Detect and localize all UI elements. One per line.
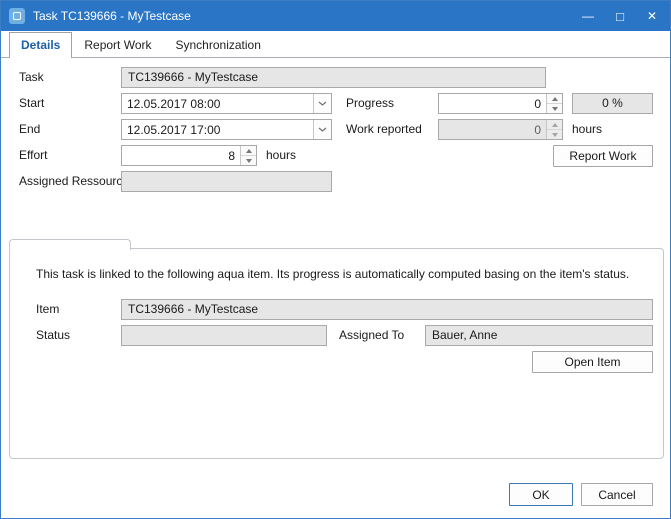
window-controls: — □ ✕ bbox=[572, 1, 668, 31]
group-box-tab bbox=[9, 239, 131, 250]
end-datetime-input[interactable] bbox=[122, 120, 313, 139]
assigned-to-field: Bauer, Anne bbox=[425, 325, 653, 346]
report-work-button[interactable]: Report Work bbox=[553, 145, 653, 167]
tab-details[interactable]: Details bbox=[9, 32, 72, 58]
chevron-down-icon bbox=[318, 127, 327, 132]
start-datetime-picker bbox=[121, 93, 332, 114]
assigned-resource-label: Assigned Ressource bbox=[19, 171, 129, 192]
titlebar[interactable]: Task TC139666 - MyTestcase — □ ✕ bbox=[1, 1, 670, 31]
cancel-button[interactable]: Cancel bbox=[581, 483, 653, 506]
window-title: Task TC139666 - MyTestcase bbox=[33, 9, 191, 23]
app-icon bbox=[9, 8, 25, 24]
progress-label: Progress bbox=[346, 93, 394, 114]
open-item-button[interactable]: Open Item bbox=[532, 351, 653, 373]
chevron-down-icon bbox=[318, 101, 327, 106]
minimize-button[interactable]: — bbox=[572, 1, 604, 31]
maximize-button[interactable]: □ bbox=[604, 1, 636, 31]
linked-item-description: This task is linked to the following aqu… bbox=[36, 267, 636, 282]
spin-up-button[interactable] bbox=[547, 94, 562, 103]
spin-up-button[interactable] bbox=[241, 146, 256, 155]
status-label: Status bbox=[36, 325, 70, 346]
assigned-to-label: Assigned To bbox=[339, 325, 404, 346]
effort-input[interactable] bbox=[122, 146, 240, 165]
spin-down-icon bbox=[246, 159, 252, 163]
effort-spinner bbox=[121, 145, 257, 166]
assigned-resource-field bbox=[121, 171, 332, 192]
close-icon: ✕ bbox=[647, 10, 657, 22]
spin-down-button[interactable] bbox=[547, 103, 562, 113]
progress-percent-field: 0 % bbox=[572, 93, 653, 114]
work-reported-unit-label: hours bbox=[572, 119, 602, 140]
item-field: TC139666 - MyTestcase bbox=[121, 299, 653, 320]
work-reported-input bbox=[439, 120, 546, 139]
status-field bbox=[121, 325, 327, 346]
spin-down-icon bbox=[552, 107, 558, 111]
work-reported-spin-buttons bbox=[546, 120, 562, 139]
spin-up-button bbox=[547, 120, 562, 129]
work-reported-spinner bbox=[438, 119, 563, 140]
task-label: Task bbox=[19, 67, 44, 88]
end-datetime-picker bbox=[121, 119, 332, 140]
effort-label: Effort bbox=[19, 145, 47, 166]
tab-strip: Details Report Work Synchronization bbox=[1, 31, 670, 58]
start-datetime-input[interactable] bbox=[122, 94, 313, 113]
end-dropdown-button[interactable] bbox=[313, 120, 331, 139]
item-label: Item bbox=[36, 299, 59, 320]
start-label: Start bbox=[19, 93, 44, 114]
effort-spin-buttons bbox=[240, 146, 256, 165]
spin-down-icon bbox=[552, 133, 558, 137]
ok-button[interactable]: OK bbox=[509, 483, 573, 506]
app-icon-glyph bbox=[13, 12, 21, 20]
task-field: TC139666 - MyTestcase bbox=[121, 67, 546, 88]
tab-report-work[interactable]: Report Work bbox=[72, 32, 163, 57]
spin-up-icon bbox=[552, 97, 558, 101]
close-button[interactable]: ✕ bbox=[636, 1, 668, 31]
minimize-icon: — bbox=[582, 10, 594, 22]
start-dropdown-button[interactable] bbox=[313, 94, 331, 113]
work-reported-label: Work reported bbox=[346, 119, 422, 140]
dialog-window: Task TC139666 - MyTestcase — □ ✕ Details… bbox=[0, 0, 671, 519]
spin-up-icon bbox=[246, 149, 252, 153]
end-label: End bbox=[19, 119, 40, 140]
spin-up-icon bbox=[552, 123, 558, 127]
progress-input[interactable] bbox=[439, 94, 546, 113]
tab-synchronization[interactable]: Synchronization bbox=[164, 32, 273, 57]
spin-down-button[interactable] bbox=[241, 155, 256, 165]
progress-spin-buttons bbox=[546, 94, 562, 113]
maximize-icon: □ bbox=[616, 10, 624, 23]
spin-down-button bbox=[547, 129, 562, 139]
progress-spinner bbox=[438, 93, 563, 114]
effort-unit-label: hours bbox=[266, 145, 296, 166]
